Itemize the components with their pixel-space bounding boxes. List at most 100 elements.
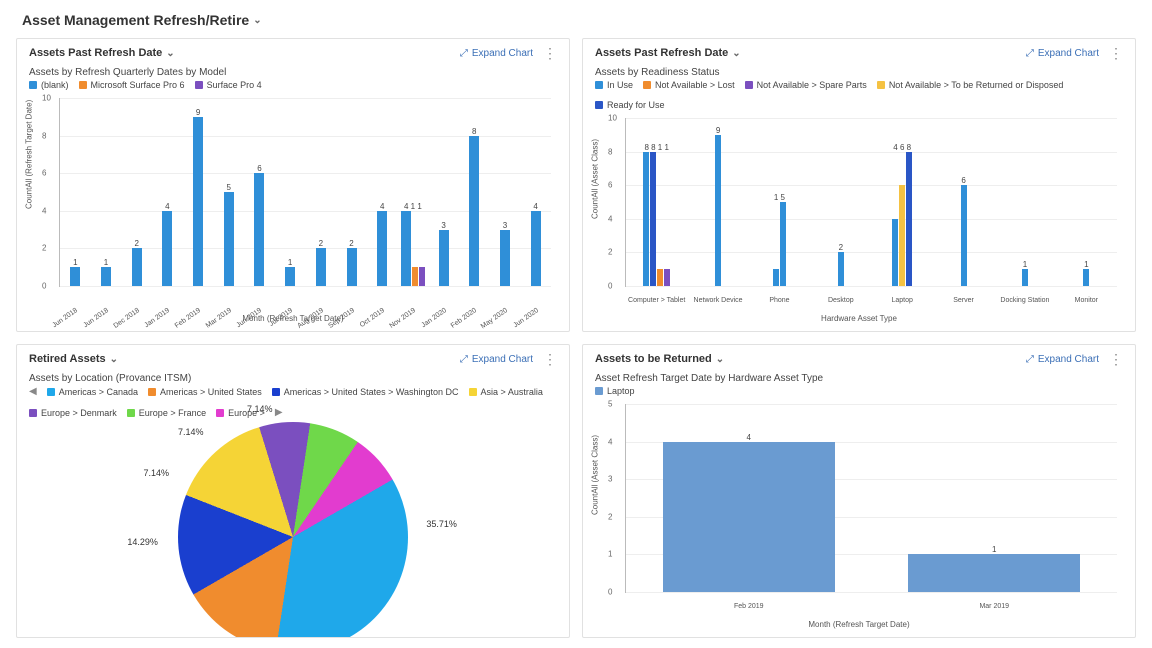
bar-column[interactable]: 1Jun 2018 xyxy=(60,98,91,286)
bar[interactable] xyxy=(70,267,80,286)
bar-column[interactable]: 9Network Device xyxy=(687,118,748,286)
expand-chart-button[interactable]: ⤢ Expand Chart xyxy=(1026,354,1099,365)
chevron-down-icon[interactable]: ⌄ xyxy=(716,354,724,365)
bar[interactable] xyxy=(412,267,418,286)
bar-column[interactable]: 3Jan 2020 xyxy=(428,98,459,286)
bar[interactable] xyxy=(908,554,1080,592)
bar-column[interactable]: 8Feb 2020 xyxy=(459,98,490,286)
bar[interactable] xyxy=(780,202,786,286)
bar-column[interactable]: 1Jul 2019 xyxy=(275,98,306,286)
bar[interactable] xyxy=(254,173,264,286)
legend-item[interactable]: Laptop xyxy=(595,386,635,396)
chevron-down-icon[interactable]: ⌄ xyxy=(732,48,740,59)
chevron-down-icon[interactable]: ⌄ xyxy=(166,48,174,59)
bar[interactable] xyxy=(906,152,912,286)
bar[interactable] xyxy=(899,185,905,286)
legend-item[interactable]: Not Available > To be Returned or Dispos… xyxy=(877,80,1064,90)
bar-chart: 02468108 8 1 1Computer > Tablet9Network … xyxy=(625,118,1117,287)
bar[interactable] xyxy=(401,211,411,286)
legend-item[interactable]: Ready for Use xyxy=(595,100,665,110)
bar-column[interactable]: 2Sep 2019 xyxy=(336,98,367,286)
bar-column[interactable]: 2Dec 2018 xyxy=(121,98,152,286)
expand-chart-button[interactable]: ⤢ Expand Chart xyxy=(460,354,533,365)
y-axis-label: CountAll (Asset Class) xyxy=(591,434,600,514)
bar[interactable] xyxy=(715,135,721,286)
bar[interactable] xyxy=(224,192,234,286)
bar-column[interactable]: 9Feb 2019 xyxy=(183,98,214,286)
bar[interactable] xyxy=(439,230,449,286)
category-label: Network Device xyxy=(694,297,743,304)
legend-item[interactable]: In Use xyxy=(595,80,633,90)
bar[interactable] xyxy=(773,269,779,286)
legend-item[interactable]: Surface Pro 4 xyxy=(195,80,262,90)
bar-column[interactable]: 4 1 1Nov 2019 xyxy=(398,98,429,286)
bar[interactable] xyxy=(531,211,541,286)
more-menu-icon[interactable]: ⋮ xyxy=(1109,354,1123,364)
value-label: 1 xyxy=(104,258,108,267)
more-menu-icon[interactable]: ⋮ xyxy=(1109,48,1123,58)
bar[interactable] xyxy=(101,267,111,286)
expand-chart-button[interactable]: ⤢ Expand Chart xyxy=(460,48,533,59)
page-title: Asset Management Refresh/Retire ⌄ xyxy=(16,8,1136,38)
legend-scroll-right-icon[interactable]: ▶ xyxy=(275,407,283,418)
value-label: 2 xyxy=(319,239,323,248)
bar-column[interactable]: 3May 2020 xyxy=(490,98,521,286)
bar[interactable] xyxy=(664,269,670,286)
bar[interactable] xyxy=(657,269,663,286)
legend-item[interactable]: Europe > France xyxy=(127,408,206,418)
legend-item[interactable]: Microsoft Surface Pro 6 xyxy=(79,80,185,90)
legend-item[interactable]: (blank) xyxy=(29,80,69,90)
chevron-down-icon[interactable]: ⌄ xyxy=(110,354,118,365)
bar-column[interactable]: 8 8 1 1Computer > Tablet xyxy=(626,118,687,286)
bar-column[interactable]: 4 6 8Laptop xyxy=(872,118,933,286)
bar[interactable] xyxy=(500,230,510,286)
legend-item[interactable]: Americas > Canada xyxy=(47,387,138,397)
bar-column[interactable]: 1Jun 2018 xyxy=(91,98,122,286)
bar[interactable] xyxy=(347,248,357,286)
bar-column[interactable]: 1Mar 2019 xyxy=(872,404,1118,592)
chevron-down-icon[interactable]: ⌄ xyxy=(253,15,261,26)
legend-swatch xyxy=(79,81,87,89)
bar[interactable] xyxy=(1022,269,1028,286)
bar[interactable] xyxy=(650,152,656,286)
bar[interactable] xyxy=(193,117,203,286)
bar[interactable] xyxy=(1083,269,1089,286)
bar[interactable] xyxy=(316,248,326,286)
bar[interactable] xyxy=(469,136,479,286)
bar[interactable] xyxy=(643,152,649,286)
bar[interactable] xyxy=(162,211,172,286)
bar[interactable] xyxy=(838,252,844,286)
bar-column[interactable]: 6Server xyxy=(933,118,994,286)
bar-column[interactable]: 2Aug 2019 xyxy=(306,98,337,286)
bar-column[interactable]: 4Oct 2019 xyxy=(367,98,398,286)
bar[interactable] xyxy=(377,211,387,286)
bar-column[interactable]: 4Feb 2019 xyxy=(626,404,872,592)
legend-item[interactable]: Asia > Australia xyxy=(469,387,543,397)
legend-item[interactable]: Americas > United States > Washington DC xyxy=(272,387,459,397)
bar-column[interactable]: 4Jan 2019 xyxy=(152,98,183,286)
bar[interactable] xyxy=(663,442,835,592)
bar[interactable] xyxy=(892,219,898,286)
bar-column[interactable]: 6Jun 2019 xyxy=(244,98,275,286)
bar-column[interactable]: 1Docking Station xyxy=(994,118,1055,286)
value-label: 2 xyxy=(134,239,138,248)
bar-column[interactable]: 4Jun 2020 xyxy=(520,98,551,286)
bar[interactable] xyxy=(132,248,142,286)
legend-scroll-left-icon[interactable]: ◀ xyxy=(29,386,37,397)
bar[interactable] xyxy=(961,185,967,286)
legend-item[interactable]: Not Available > Lost xyxy=(643,80,735,90)
category-label: Monitor xyxy=(1075,297,1098,304)
bar[interactable] xyxy=(419,267,425,286)
more-menu-icon[interactable]: ⋮ xyxy=(543,48,557,58)
bar-column[interactable]: 1Monitor xyxy=(1056,118,1117,286)
legend-item[interactable]: Not Available > Spare Parts xyxy=(745,80,867,90)
bar[interactable] xyxy=(285,267,295,286)
bar-column[interactable]: 2Desktop xyxy=(810,118,871,286)
legend-item[interactable]: Europe > Denmark xyxy=(29,408,117,418)
bar-column[interactable]: 5Mar 2019 xyxy=(213,98,244,286)
category-label: Server xyxy=(953,297,974,304)
bar-column[interactable]: 1 5Phone xyxy=(749,118,810,286)
more-menu-icon[interactable]: ⋮ xyxy=(543,354,557,364)
expand-chart-button[interactable]: ⤢ Expand Chart xyxy=(1026,48,1099,59)
legend-item[interactable]: Americas > United States xyxy=(148,387,262,397)
